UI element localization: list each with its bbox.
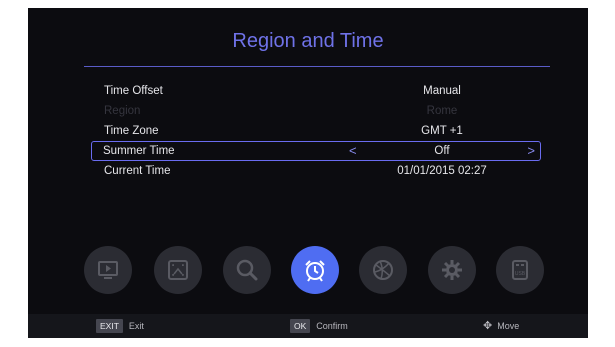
menu-row-region: Region Rome (92, 101, 540, 121)
search-icon[interactable] (223, 246, 271, 294)
menu-row-current-time[interactable]: Current Time 01/01/2015 02:27 (92, 161, 540, 181)
menu-row-summer-time[interactable]: Summer Time < Off > (91, 141, 541, 161)
row-label: Summer Time (103, 145, 175, 157)
tv-icon[interactable] (84, 246, 132, 294)
move-label: Move (497, 321, 520, 331)
menu-row-time-zone[interactable]: Time Zone GMT +1 (92, 121, 540, 141)
menu-row-time-offset[interactable]: Time Offset Manual (92, 81, 540, 101)
row-label: Current Time (104, 165, 171, 177)
move-hint: ✥ Move (483, 319, 519, 333)
tv-menu-screen: Region and Time Time Offset Manual Regio… (28, 8, 588, 338)
picture-icon[interactable] (154, 246, 202, 294)
confirm-hint[interactable]: OK Confirm (290, 319, 348, 333)
row-value: Rome (426, 105, 458, 117)
chevron-right-icon[interactable]: > (527, 142, 535, 160)
row-label: Region (104, 105, 141, 117)
page-title: Region and Time (232, 30, 384, 52)
alarm-clock-icon[interactable] (291, 246, 339, 294)
main-menu-dock: USB (84, 242, 554, 302)
row-value: Off (434, 145, 450, 157)
move-arrows-icon: ✥ (483, 320, 493, 332)
row-value: Manual (423, 85, 461, 97)
settings-list: Time Offset Manual Region Rome Time Zone… (91, 81, 541, 181)
footer-hint-bar: EXIT Exit OK Confirm ✥ Move (28, 314, 588, 338)
chevron-left-icon[interactable]: < (349, 142, 357, 160)
ok-key: OK (290, 319, 311, 333)
svg-text:USB: USB (515, 271, 526, 277)
exit-key: EXIT (96, 319, 123, 333)
exit-hint[interactable]: EXIT Exit (96, 319, 144, 333)
row-label: Time Offset (104, 85, 163, 97)
usb-icon[interactable]: USB (496, 246, 544, 294)
settings-icon[interactable] (428, 246, 476, 294)
title-divider (84, 66, 550, 67)
confirm-label: Confirm (316, 321, 348, 331)
exit-label: Exit (128, 321, 144, 331)
globe-icon[interactable] (359, 246, 407, 294)
row-label: Time Zone (104, 125, 159, 137)
row-value: GMT +1 (421, 125, 463, 137)
row-value: 01/01/2015 02:27 (397, 165, 487, 177)
